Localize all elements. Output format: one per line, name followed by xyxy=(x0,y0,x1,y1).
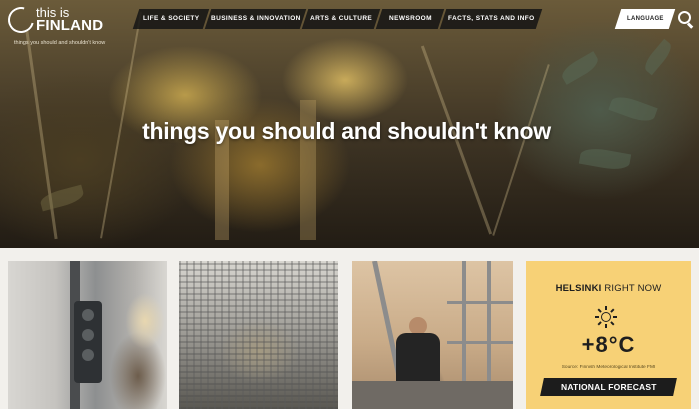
weather-temperature: +8°C xyxy=(581,332,636,357)
hero-headline: things you should and shouldn't know xyxy=(142,118,551,144)
national-forecast-button[interactable]: NATIONAL FORECAST xyxy=(540,378,677,396)
nav-item-business-innovation[interactable]: BUSINESS & INNOVATION xyxy=(204,9,307,29)
story-card-photo-2[interactable] xyxy=(179,261,338,409)
story-card-photo-3[interactable] xyxy=(352,261,513,409)
nav-item-label: ARTS & CULTURE xyxy=(309,15,373,22)
language-button[interactable]: LANGUAGE xyxy=(614,9,676,29)
language-label: LANGUAGE xyxy=(626,16,664,22)
nav-item-label: BUSINESS & INNOVATION xyxy=(210,15,301,22)
weather-widget: HELSINKI RIGHT NOW +8°C Source: Finnish … xyxy=(526,261,691,409)
story-card-photo-1[interactable] xyxy=(8,261,167,409)
weather-suffix: RIGHT NOW xyxy=(604,283,662,294)
national-forecast-label: NATIONAL FORECAST xyxy=(560,382,657,392)
nav-item-label: FACTS, STATS AND INFO xyxy=(447,15,535,22)
nav-item-arts-culture[interactable]: ARTS & CULTURE xyxy=(301,9,381,29)
weather-source: Source: Finnish Meteorological Institute… xyxy=(561,365,656,370)
nav-item-newsroom[interactable]: NEWSROOM xyxy=(375,9,445,29)
weather-city: HELSINKI xyxy=(555,283,602,294)
site-logo[interactable]: this is FINLAND things you should and sh… xyxy=(3,2,128,46)
nav-item-life-society[interactable]: LIFE & SOCIETY xyxy=(132,9,210,29)
nav-item-label: NEWSROOM xyxy=(388,15,432,22)
search-icon[interactable] xyxy=(675,9,695,29)
logo-big-text: FINLAND xyxy=(36,17,104,34)
nav-item-facts-stats-info[interactable]: FACTS, STATS AND INFO xyxy=(439,9,543,29)
nav-item-label: LIFE & SOCIETY xyxy=(142,15,200,22)
weather-title: HELSINKI RIGHT NOW xyxy=(526,283,691,294)
logo-tagline: things you should and shouldn't know xyxy=(14,40,106,46)
sun-icon xyxy=(595,306,617,328)
logo-mark-icon xyxy=(3,2,39,38)
hero-banner: this is FINLAND things you should and sh… xyxy=(0,0,699,248)
